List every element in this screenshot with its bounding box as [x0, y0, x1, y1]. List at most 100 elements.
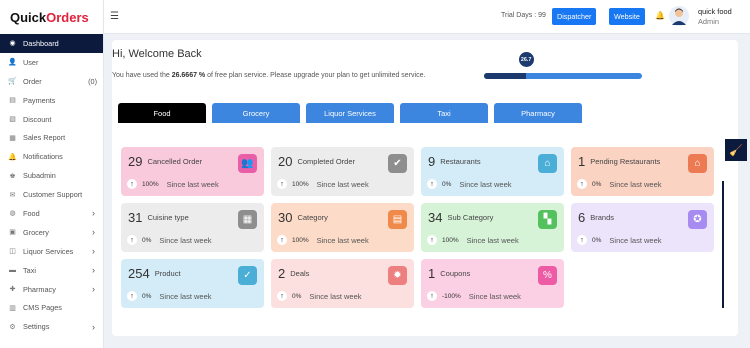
sidebar-item-label: User [23, 57, 39, 67]
sidebar-item-payments[interactable]: ▤ Payments [0, 91, 103, 110]
liquor-icon: ◫ [9, 248, 16, 256]
stat-percent: 0% [592, 180, 602, 188]
stat-card-pending-restaurants[interactable]: 1 Pending Restaurants ⌂ ↑ 0% Since last week [571, 147, 714, 196]
arrow-up-icon: ↑ [127, 179, 137, 189]
sidebar-item-label: Liquor Services [23, 246, 74, 256]
sidebar-item-label: Sales Report [23, 133, 66, 143]
chevron-right-icon: › [92, 321, 95, 332]
shop-icon: ⌂ [688, 154, 707, 173]
sidebar-item-sales-report[interactable]: ▦ Sales Report [0, 128, 103, 147]
stat-label: Sub Category [447, 213, 494, 222]
coupon-icon: % [538, 266, 557, 285]
chevron-right-icon: › [92, 265, 95, 276]
stat-card-category[interactable]: 30 Category ▤ ↑ 100% Since last week [271, 203, 414, 252]
sidebar-item-label: Order [23, 76, 42, 86]
website-button[interactable]: Website [609, 8, 645, 25]
support-icon: ✉ [9, 191, 16, 199]
stat-card-deals[interactable]: 2 Deals ✹ ↑ 0% Since last week [271, 259, 414, 308]
user-info[interactable]: quick food Admin [698, 7, 732, 27]
stat-card-restaurants[interactable]: 9 Restaurants ⌂ ↑ 0% Since last week [421, 147, 564, 196]
stat-percent: 100% [292, 236, 309, 244]
sidebar-item-food[interactable]: ◍ Food › [0, 204, 103, 223]
stat-count: 30 [278, 210, 293, 225]
sidebar-item-user[interactable]: 👤 User [0, 53, 103, 72]
sidebar-item-label: Taxi [23, 265, 36, 275]
badge-icon: ✪ [688, 210, 707, 229]
user-name: quick food [698, 7, 732, 16]
scrollbar[interactable] [722, 181, 724, 308]
sidebar-item-discount[interactable]: ▧ Discount [0, 110, 103, 129]
stat-percent: 0% [442, 180, 452, 188]
arrow-up-icon: ↑ [427, 291, 437, 301]
stat-trend: ↑ 0% Since last week [577, 179, 662, 189]
stat-card-brands[interactable]: 6 Brands ✪ ↑ 0% Since last week [571, 203, 714, 252]
clear-cache-broom-icon[interactable]: 🧹 [725, 139, 747, 161]
sidebar-item-order[interactable]: 🛒 Order (0) [0, 72, 103, 91]
usage-suffix: of free plan service. Please upgrade you… [207, 72, 426, 79]
arrow-up-icon: ↑ [427, 235, 437, 245]
grocery-icon: ▣ [9, 229, 16, 237]
report-icon: ▦ [9, 134, 16, 142]
stat-label: Cuisine type [147, 213, 189, 222]
stat-trend: ↑ 0% Since last week [127, 235, 212, 245]
stat-count: 29 [128, 154, 143, 169]
stat-trend: ↑ 0% Since last week [277, 291, 362, 301]
stat-label: Category [297, 213, 328, 222]
arrow-up-icon: ↑ [277, 291, 287, 301]
stat-card-coupons[interactable]: 1 Coupons% ↑ -100% Since last week [421, 259, 564, 308]
trial-days: Trial Days : 99 [501, 12, 546, 19]
stat-trend: ↑ 0% Since last week [577, 235, 662, 245]
stat-since: Since last week [166, 179, 219, 189]
tab-pharmacy[interactable]: Pharmacy [494, 103, 582, 123]
stat-card-cuisine-type[interactable]: 31 Cuisine type ▦ ↑ 0% Since last week [121, 203, 264, 252]
tab-grocery[interactable]: Grocery [212, 103, 300, 123]
stat-label: Deals [290, 269, 310, 278]
sidebar-item-pharmacy[interactable]: ✚ Pharmacy › [0, 280, 103, 299]
dispatcher-button[interactable]: Dispatcher [552, 8, 597, 25]
chevron-right-icon: › [92, 246, 95, 257]
arrow-up-icon: ↑ [577, 179, 587, 189]
stat-trend: ↑ 0% Since last week [427, 179, 512, 189]
service-tabs: Food Grocery Liquor Services Taxi Pharmacy [118, 103, 588, 123]
arrow-up-icon: ↑ [277, 179, 287, 189]
sidebar-item-cms-pages[interactable]: ▥ CMS Pages [0, 298, 103, 317]
stat-count: 2 [278, 266, 286, 281]
tab-taxi[interactable]: Taxi [400, 103, 488, 123]
bag-icon: ✓ [238, 266, 257, 285]
stat-card-sub-category[interactable]: 34 Sub Category ▚ ↑ 100% Since last week [421, 203, 564, 252]
sidebar-item-liquor-services[interactable]: ◫ Liquor Services › [0, 242, 103, 261]
tab-food[interactable]: Food [118, 103, 206, 123]
sidebar-item-dashboard[interactable]: ◉ Dashboard [0, 34, 103, 53]
sidebar-item-notifications[interactable]: 🔔 Notifications [0, 147, 103, 166]
app-logo[interactable]: Quick Orders [0, 0, 103, 34]
tab-liquor-services[interactable]: Liquor Services [306, 103, 394, 123]
deals-icon: ✹ [388, 266, 407, 285]
chevron-right-icon: › [92, 208, 95, 219]
notification-bell-icon[interactable]: 🔔 [655, 11, 665, 20]
progress-badge: 26.7 [518, 52, 534, 67]
avatar[interactable] [669, 5, 689, 27]
stat-percent: 100% [142, 180, 159, 188]
category-icon: ▤ [388, 210, 407, 229]
payments-icon: ▤ [9, 97, 16, 105]
stat-count: 1 [578, 154, 586, 169]
stat-percent: -100% [442, 292, 461, 300]
sidebar-item-taxi[interactable]: ▬ Taxi › [0, 261, 103, 280]
discount-icon: ▧ [9, 116, 16, 123]
stat-since: Since last week [468, 291, 521, 301]
bell-icon: 🔔 [8, 153, 17, 161]
sidebar-item-customer-support[interactable]: ✉ Customer Support [0, 185, 103, 204]
sidebar-item-settings[interactable]: ⚙ Settings › [0, 317, 103, 336]
sidebar-item-grocery[interactable]: ▣ Grocery › [0, 223, 103, 242]
grid-icon: ▚ [538, 210, 557, 229]
stat-count: 34 [428, 210, 443, 225]
menu-toggle-icon[interactable]: ☰ [110, 11, 119, 22]
sidebar-item-label: Settings [23, 322, 50, 332]
subadmin-icon: ♚ [9, 172, 16, 180]
stat-label: Product [154, 269, 181, 278]
sidebar-item-subadmin[interactable]: ♚ Subadmin [0, 166, 103, 185]
stat-card-completed-order[interactable]: 20 Completed Order ✔ ↑ 100% Since last week [271, 147, 414, 196]
stat-card-product[interactable]: 254 Product ✓ ↑ 0% Since last week [121, 259, 264, 308]
stat-card-cancelled-order[interactable]: 29 Cancelled Order 👥 ↑ 100% Since last week [121, 147, 264, 196]
stat-label: Restaurants [440, 157, 481, 166]
